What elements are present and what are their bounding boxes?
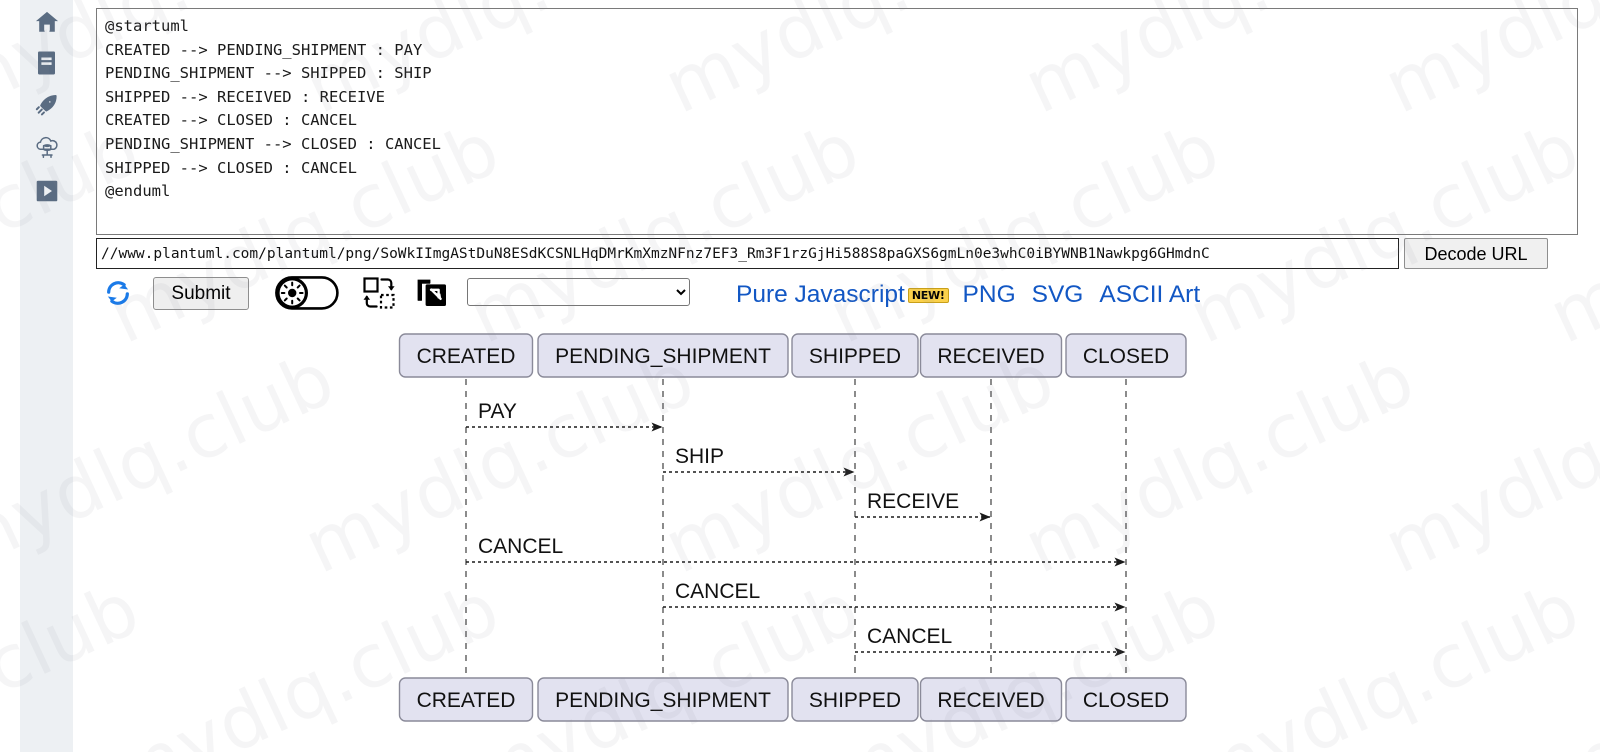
brightness-toggle-icon — [275, 275, 339, 315]
theme-toggle[interactable] — [272, 274, 342, 316]
convert-shape-button[interactable] — [354, 274, 404, 316]
participant-box-pending_shipment-bottom: PENDING_SHIPMENT — [537, 677, 789, 722]
link-svg[interactable]: SVG — [1032, 281, 1084, 309]
play-icon — [34, 178, 60, 204]
link-pure-javascript[interactable]: Pure Javascript — [736, 281, 905, 309]
participant-label: SHIPPED — [809, 345, 901, 368]
participant-box-created-bottom: CREATED — [398, 677, 534, 722]
participant-box-closed-top: CLOSED — [1065, 333, 1187, 378]
message-label: CANCEL — [867, 625, 952, 648]
sequence-diagram-canvas: PAY SHIP RECEIVE CANCEL CANCEL CANCEL CREATED P… — [398, 333, 1187, 722]
message-0: PAY — [466, 400, 663, 432]
participant-label: PENDING_SHIPMENT — [555, 345, 771, 368]
message-label: CANCEL — [675, 580, 760, 603]
document-icon — [35, 50, 59, 76]
sidebar-item-rocket[interactable] — [20, 84, 73, 128]
participant-label: PENDING_SHIPMENT — [555, 689, 771, 712]
decode-url-button[interactable]: Decode URL — [1404, 238, 1548, 269]
participant-label: CLOSED — [1083, 689, 1169, 712]
sidebar-item-play[interactable] — [20, 169, 73, 213]
message-label: PAY — [478, 400, 517, 423]
submit-button[interactable]: Submit — [153, 277, 249, 310]
participant-box-shipped-top: SHIPPED — [791, 333, 919, 378]
copy-to-button[interactable] — [408, 274, 456, 316]
new-badge: NEW! — [907, 287, 949, 303]
url-row: Decode URL — [96, 238, 1578, 269]
message-label: SHIP — [675, 445, 724, 468]
participant-label: SHIPPED — [809, 689, 901, 712]
message-3: CANCEL — [466, 535, 1126, 567]
link-png[interactable]: PNG — [963, 281, 1016, 309]
message-4: CANCEL — [663, 580, 1126, 612]
sidebar-item-home[interactable] — [20, 0, 73, 44]
output-links: Pure Javascript NEW! PNG SVG ASCII Art — [736, 274, 1200, 316]
participant-box-created-top: CREATED — [398, 333, 534, 378]
encoded-url-input[interactable] — [96, 238, 1399, 269]
rocket-icon — [34, 93, 60, 119]
home-icon — [34, 9, 60, 35]
convert-shape-icon — [361, 275, 397, 316]
participant-label: RECEIVED — [937, 345, 1044, 368]
participant-label: CREATED — [417, 345, 516, 368]
copy-to-icon — [415, 276, 449, 315]
plantuml-source-textarea[interactable] — [97, 9, 1577, 234]
link-ascii-art[interactable]: ASCII Art — [1099, 281, 1200, 309]
participant-box-received-bottom: RECEIVED — [919, 677, 1063, 722]
message-5: CANCEL — [855, 625, 1126, 657]
sidebar-item-cloud-database[interactable] — [20, 126, 73, 170]
participant-box-closed-bottom: CLOSED — [1065, 677, 1187, 722]
refresh-icon — [102, 277, 134, 314]
plantuml-source-editor[interactable] — [96, 8, 1578, 235]
participant-box-shipped-bottom: SHIPPED — [791, 677, 919, 722]
format-select[interactable] — [467, 278, 690, 306]
plantuml-editor-page: Decode URL Submit — [0, 0, 1600, 752]
sidebar-item-document[interactable] — [20, 41, 73, 85]
participant-label: RECEIVED — [937, 689, 1044, 712]
participant-box-received-top: RECEIVED — [919, 333, 1063, 378]
participant-box-pending_shipment-top: PENDING_SHIPMENT — [537, 333, 789, 378]
cloud-database-icon — [33, 135, 61, 161]
participant-label: CREATED — [417, 689, 516, 712]
message-label: RECEIVE — [867, 490, 959, 513]
message-2: RECEIVE — [855, 490, 991, 522]
participant-label: CLOSED — [1083, 345, 1169, 368]
sequence-diagram: PAY SHIP RECEIVE CANCEL CANCEL CANCEL CREATED P… — [0, 320, 1600, 752]
message-1: SHIP — [663, 445, 855, 477]
refresh-button[interactable] — [98, 274, 138, 316]
toolbar: Submit Pure Javascript NEW! PNG SVG ASCI… — [96, 274, 1578, 316]
message-label: CANCEL — [478, 535, 563, 558]
